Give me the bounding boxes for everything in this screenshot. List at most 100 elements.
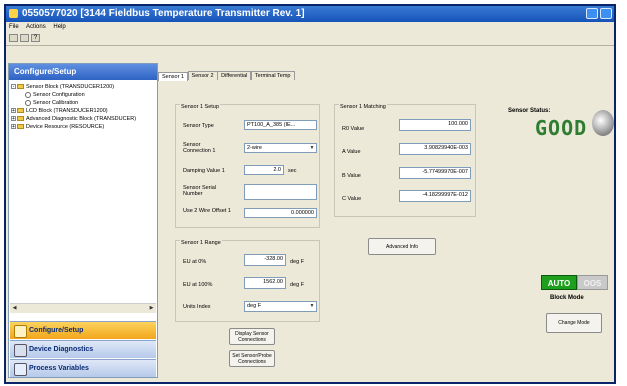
mode-oos-indicator: OOS bbox=[577, 275, 608, 290]
folder-icon bbox=[17, 84, 24, 90]
tree-item-label: Sensor Block (TRANSDUCER1200) bbox=[26, 84, 115, 90]
wrench-icon bbox=[14, 325, 27, 338]
c-value-input[interactable]: -4.18299997E-012 bbox=[399, 190, 471, 202]
folder-icon bbox=[17, 124, 24, 130]
diagnostics-icon bbox=[14, 344, 27, 357]
scroll-left-icon[interactable]: ◀ bbox=[11, 305, 18, 312]
b-value-input[interactable]: -5.77499970E-007 bbox=[399, 167, 471, 179]
sensor-connection-select[interactable]: 2-wire ▼ bbox=[244, 143, 317, 153]
damping-unit: sec bbox=[288, 168, 297, 174]
nav-label: Configure/Setup bbox=[29, 327, 84, 334]
advanced-info-button[interactable]: Advanced Info bbox=[368, 238, 436, 255]
eu-100-unit: deg F bbox=[290, 282, 305, 288]
tree-item-label: Device Resource (RESOURCE) bbox=[26, 124, 105, 130]
tree-item-sensor-configuration[interactable]: Sensor Configuration bbox=[11, 91, 155, 99]
refresh-icon[interactable] bbox=[20, 34, 29, 42]
group-title: Sensor 1 Setup bbox=[180, 104, 220, 110]
eu-0-label: EU at 0% bbox=[183, 259, 207, 265]
sidebar: Configure/Setup - Sensor Block (TRANSDUCE… bbox=[8, 63, 158, 378]
menu-file[interactable]: File bbox=[9, 24, 19, 30]
help-icon[interactable]: ? bbox=[31, 34, 40, 42]
chevron-down-icon[interactable]: ▼ bbox=[309, 145, 315, 151]
sidebar-header: Configure/Setup bbox=[9, 64, 157, 80]
set-sensor-connections-button[interactable]: Set Sensor/Probe Connections bbox=[229, 350, 275, 367]
display-sensor-connections-button[interactable]: Display Sensor Connections bbox=[229, 328, 275, 345]
serial-number-label: Sensor Serial Number bbox=[183, 185, 217, 197]
nav-label: Device Diagnostics bbox=[29, 346, 94, 353]
c-value-label: C Value bbox=[342, 196, 362, 202]
sensor-status-label: Sensor Status: bbox=[508, 108, 551, 114]
tab-terminal-temp[interactable]: Terminal Temp bbox=[250, 71, 295, 80]
toolbar: ? bbox=[6, 32, 614, 46]
serial-number-input[interactable] bbox=[244, 184, 317, 200]
sensor-range-group: Sensor 1 Range EU at 0% -328.00 deg F EU… bbox=[175, 240, 320, 322]
menu-bar: File Actions Help bbox=[6, 22, 614, 32]
window-controls bbox=[586, 8, 612, 19]
chevron-down-icon[interactable]: ▼ bbox=[309, 303, 315, 309]
block-mode-label: Block Mode bbox=[550, 295, 584, 301]
two-wire-offset-input[interactable]: 0.000000 bbox=[244, 208, 317, 218]
nav-configure-setup[interactable]: Configure/Setup bbox=[10, 321, 156, 339]
group-title: Sensor 1 Matching bbox=[339, 104, 387, 110]
maximize-button[interactable] bbox=[600, 8, 612, 19]
tree-item-sensor-calibration[interactable]: Sensor Calibration bbox=[11, 99, 155, 107]
r0-label: R0 Value bbox=[342, 126, 365, 132]
units-index-label: Units Index bbox=[183, 304, 211, 310]
eu-100-label: EU at 100% bbox=[183, 282, 213, 288]
tab-sensor-2[interactable]: Sensor 2 bbox=[187, 71, 218, 80]
change-mode-button[interactable]: Change Mode bbox=[546, 313, 602, 333]
gear-icon bbox=[25, 99, 31, 106]
expand-icon[interactable]: + bbox=[11, 116, 16, 122]
tree-item-lcd-block[interactable]: + LCD Block (TRANSDUCER1200) bbox=[11, 107, 155, 115]
scroll-right-icon[interactable]: ▶ bbox=[148, 305, 155, 312]
menu-actions[interactable]: Actions bbox=[26, 24, 46, 30]
group-title: Sensor 1 Range bbox=[180, 240, 222, 246]
two-wire-offset-label: Use 2 Wire Offset 1 bbox=[183, 208, 231, 214]
sensor-status-value: GOOD bbox=[535, 116, 588, 140]
a-value-input[interactable]: 3.90829940E-003 bbox=[399, 143, 471, 155]
eu-100-input[interactable]: 1562.00 bbox=[244, 277, 286, 289]
mode-auto-indicator: AUTO bbox=[541, 275, 577, 290]
menu-help[interactable]: Help bbox=[53, 24, 65, 30]
collapse-icon[interactable]: - bbox=[11, 84, 16, 90]
tree-item-label: LCD Block (TRANSDUCER1200) bbox=[26, 108, 108, 114]
sensor-type-select[interactable]: PT100_A_385 (IE... bbox=[244, 120, 317, 130]
damping-input[interactable]: 2.0 bbox=[244, 165, 284, 175]
units-index-value: deg F bbox=[247, 303, 262, 309]
sensor-probe-icon bbox=[592, 110, 614, 136]
folder-icon bbox=[17, 116, 24, 122]
tree-item-sensor-block[interactable]: - Sensor Block (TRANSDUCER1200) bbox=[11, 83, 155, 91]
print-icon[interactable] bbox=[9, 34, 18, 42]
device-tree: - Sensor Block (TRANSDUCER1200) Sensor Co… bbox=[11, 83, 155, 131]
nav-device-diagnostics[interactable]: Device Diagnostics bbox=[10, 340, 156, 358]
variables-icon bbox=[14, 363, 27, 376]
sensor-setup-group: Sensor 1 Setup Sensor Type PT100_A_385 (… bbox=[175, 104, 320, 228]
sensor-type-label: Sensor Type bbox=[183, 123, 214, 129]
tab-differential[interactable]: Differential bbox=[217, 71, 252, 80]
sensor-matching-group: Sensor 1 Matching R0 Value 100.000 A Val… bbox=[334, 104, 476, 217]
app-icon bbox=[9, 9, 18, 18]
nav-label: Process Variables bbox=[29, 365, 89, 372]
tree-item-label: Advanced Diagnostic Block (TRANSDUCER) bbox=[26, 116, 137, 122]
nav-process-variables[interactable]: Process Variables bbox=[10, 359, 156, 377]
eu-0-unit: deg F bbox=[290, 259, 305, 265]
sensor-type-value: PT100_A_385 (IE... bbox=[247, 122, 296, 128]
expand-icon[interactable]: + bbox=[11, 108, 16, 114]
a-value-label: A Value bbox=[342, 149, 361, 155]
tree-item-device-resource[interactable]: + Device Resource (RESOURCE) bbox=[11, 123, 155, 131]
expand-icon[interactable]: + bbox=[11, 124, 16, 130]
units-index-select[interactable]: deg F ▼ bbox=[244, 301, 317, 312]
title-bar[interactable]: 0550577020 [3144 Fieldbus Temperature Tr… bbox=[6, 6, 614, 22]
tab-sensor-1[interactable]: Sensor 1 bbox=[158, 72, 189, 81]
tree-item-advanced-diagnostic-block[interactable]: + Advanced Diagnostic Block (TRANSDUCER) bbox=[11, 115, 155, 123]
damping-label: Damping Value 1 bbox=[183, 168, 225, 174]
tree-item-label: Sensor Configuration bbox=[33, 92, 85, 98]
folder-icon bbox=[17, 108, 24, 114]
tree-item-label: Sensor Calibration bbox=[33, 100, 79, 106]
horizontal-scrollbar[interactable]: ◀ ▶ bbox=[10, 303, 156, 313]
eu-0-input[interactable]: -328.00 bbox=[244, 254, 286, 266]
b-value-label: B Value bbox=[342, 173, 361, 179]
r0-input[interactable]: 100.000 bbox=[399, 119, 471, 131]
sensor-tabs: Sensor 1 Sensor 2 Differential Terminal … bbox=[158, 71, 295, 81]
minimize-button[interactable] bbox=[586, 8, 598, 19]
